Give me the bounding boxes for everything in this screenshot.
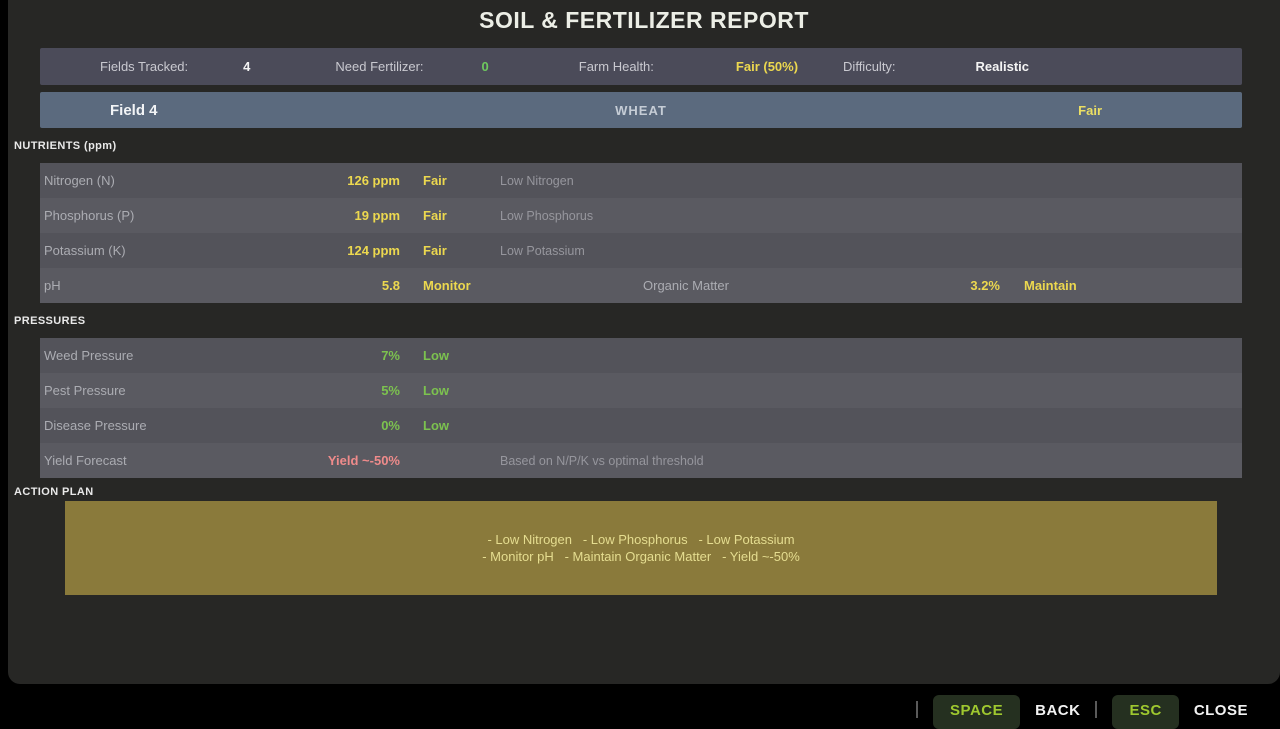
nutrient-status: Fair — [423, 243, 500, 258]
pressure-value: 7% — [240, 348, 400, 363]
table-row-potassium: Potassium (K) 124 ppm Fair Low Potassium — [40, 233, 1242, 268]
pressure-label: Weed Pressure — [42, 348, 240, 363]
yield-forecast-note: Based on N/P/K vs optimal threshold — [500, 454, 704, 468]
field-header-bar: Field 4 WHEAT Fair — [40, 92, 1242, 128]
stat-fields-tracked-value: 4 — [243, 59, 250, 74]
field-crop-type: WHEAT — [40, 103, 1242, 118]
pressure-value: 0% — [240, 418, 400, 433]
stat-difficulty-value: Realistic — [976, 59, 1029, 74]
nutrient-status: Fair — [423, 208, 500, 223]
nutrient-value: 19 ppm — [240, 208, 400, 223]
stat-need-fertilizer-label: Need Fertilizer: — [335, 59, 423, 74]
nutrient-note: Low Nitrogen — [500, 174, 574, 188]
table-row-pest-pressure: Pest Pressure 5% Low — [40, 373, 1242, 408]
nutrients-rows: Nitrogen (N) 126 ppm Fair Low Nitrogen P… — [40, 163, 1242, 303]
nutrient-label: Nitrogen (N) — [42, 173, 240, 188]
pressures-section-heading: PRESSURES — [14, 315, 1280, 327]
pressures-rows: Weed Pressure 7% Low Pest Pressure 5% Lo… — [40, 338, 1242, 478]
table-row-nitrogen: Nitrogen (N) 126 ppm Fair Low Nitrogen — [40, 163, 1242, 198]
table-row-disease-pressure: Disease Pressure 0% Low — [40, 408, 1242, 443]
space-keycap: SPACE — [933, 695, 1020, 729]
table-row-ph: pH 5.8 Monitor Organic Matter 3.2% Maint… — [40, 268, 1242, 303]
nutrient-note: Low Phosphorus — [500, 209, 593, 223]
separator — [1095, 701, 1097, 718]
footer-key-hints: SPACE BACK ESC CLOSE — [0, 686, 1280, 720]
yield-forecast-value: Yield ~-50% — [240, 453, 400, 468]
stat-difficulty-label: Difficulty: — [843, 59, 896, 74]
separator — [916, 701, 918, 718]
nutrient-value: 124 ppm — [240, 243, 400, 258]
nutrient-label: Phosphorus (P) — [42, 208, 240, 223]
yield-forecast-label: Yield Forecast — [42, 453, 240, 468]
nutrients-section-heading: NUTRIENTS (ppm) — [14, 140, 1280, 152]
ph-value: 5.8 — [240, 278, 400, 293]
farm-stats-bar: Fields Tracked: 4 Need Fertilizer: 0 Far… — [40, 48, 1242, 85]
close-button-label: CLOSE — [1194, 702, 1248, 719]
table-row-yield-forecast: Yield Forecast Yield ~-50% Based on N/P/… — [40, 443, 1242, 478]
stat-fields-tracked-label: Fields Tracked: — [100, 59, 188, 74]
organic-matter-status: Maintain — [1024, 278, 1077, 293]
stat-farm-health-value: Fair (50%) — [736, 59, 798, 74]
pressure-status: Low — [423, 383, 500, 398]
pressure-status: Low — [423, 348, 500, 363]
nutrient-note: Low Potassium — [500, 244, 585, 258]
stat-need-fertilizer-value: 0 — [482, 59, 489, 74]
close-button[interactable]: ESC CLOSE — [1112, 686, 1248, 729]
pressure-status: Low — [423, 418, 500, 433]
back-button-label: BACK — [1035, 702, 1080, 719]
nutrient-label: Potassium (K) — [42, 243, 240, 258]
pressure-label: Pest Pressure — [42, 383, 240, 398]
field-status-badge: Fair — [1078, 103, 1102, 118]
action-plan-line: - Monitor pH - Maintain Organic Matter -… — [482, 548, 800, 566]
back-button[interactable]: SPACE BACK — [933, 686, 1080, 729]
organic-matter-value: 3.2% — [735, 278, 1000, 293]
organic-matter-label: Organic Matter — [643, 278, 735, 293]
ph-status: Monitor — [423, 278, 500, 293]
esc-keycap: ESC — [1112, 695, 1178, 729]
pressure-value: 5% — [240, 383, 400, 398]
table-row-weed-pressure: Weed Pressure 7% Low — [40, 338, 1242, 373]
action-plan-line: - Low Nitrogen - Low Phosphorus - Low Po… — [487, 531, 794, 549]
action-plan-section-heading: ACTION PLAN — [14, 486, 1280, 498]
nutrient-value: 126 ppm — [240, 173, 400, 188]
table-row-phosphorus: Phosphorus (P) 19 ppm Fair Low Phosphoru… — [40, 198, 1242, 233]
report-panel: SOIL & FERTILIZER REPORT Fields Tracked:… — [8, 0, 1280, 684]
pressure-label: Disease Pressure — [42, 418, 240, 433]
stat-farm-health-label: Farm Health: — [579, 59, 654, 74]
nutrient-status: Fair — [423, 173, 500, 188]
page-title: SOIL & FERTILIZER REPORT — [8, 0, 1280, 34]
ph-label: pH — [42, 278, 240, 293]
action-plan-box: - Low Nitrogen - Low Phosphorus - Low Po… — [65, 501, 1217, 595]
